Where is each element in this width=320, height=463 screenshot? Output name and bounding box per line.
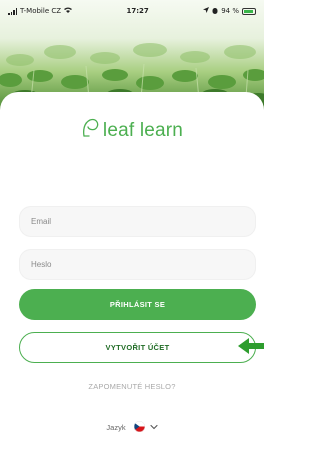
- leaf-logo-icon: [81, 118, 101, 143]
- app-logo: leaf learn: [0, 118, 264, 143]
- email-field[interactable]: [19, 206, 256, 237]
- login-button[interactable]: PŘIHLÁSIT SE: [19, 289, 256, 320]
- create-account-button[interactable]: VYTVOŘIT ÚČET: [19, 332, 256, 363]
- password-field[interactable]: [19, 249, 256, 280]
- status-left: T-Mobile CZ: [8, 7, 73, 15]
- forgot-password-link[interactable]: ZAPOMENUTÉ HESLO?: [0, 382, 264, 391]
- alarm-icon: [212, 7, 218, 16]
- language-selector[interactable]: Jazyk: [0, 420, 264, 434]
- carrier-name: T-Mobile CZ: [20, 7, 62, 15]
- location-icon: [203, 7, 210, 15]
- language-dropdown[interactable]: [132, 420, 158, 434]
- battery-percent: 94 %: [221, 7, 239, 15]
- chevron-down-icon: [150, 423, 158, 432]
- brand-name: leaf learn: [102, 119, 184, 141]
- czech-flag-icon: [132, 420, 147, 434]
- status-bar: T-Mobile CZ 17:27 94 %: [0, 0, 264, 22]
- wifi-icon: [64, 7, 73, 15]
- annotation-arrow-icon: [238, 337, 264, 360]
- language-label: Jazyk: [106, 423, 126, 432]
- clock: 17:27: [126, 7, 149, 15]
- battery-icon: [242, 7, 256, 15]
- signal-icon: [8, 7, 17, 15]
- status-right: 94 %: [203, 7, 256, 16]
